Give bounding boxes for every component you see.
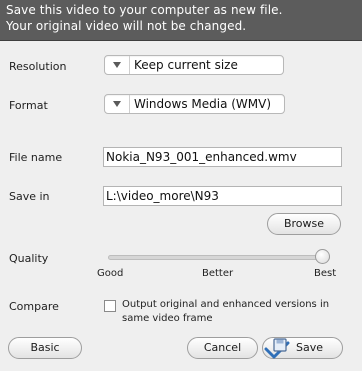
save-disk-icon (264, 338, 290, 359)
chevron-down-icon (105, 56, 130, 74)
header-text-line2: Your original video will not be changed. (6, 19, 247, 33)
file-name-label: File name (9, 151, 63, 164)
format-select[interactable]: Windows Media (WMV) (104, 94, 285, 114)
save-in-label: Save in (9, 190, 50, 203)
save-in-input[interactable]: L:\video_more\N93 (103, 186, 342, 206)
file-name-value: Nokia_N93_001_enhanced.wmv (106, 150, 297, 164)
quality-tick-good: Good (97, 268, 124, 279)
quality-slider-track[interactable] (108, 255, 330, 260)
format-label: Format (9, 99, 48, 112)
dialog-header: Save this video to your computer as new … (0, 0, 362, 41)
resolution-label: Resolution (9, 60, 67, 73)
cancel-button[interactable]: Cancel (187, 337, 258, 359)
format-value: Windows Media (WMV) (134, 97, 272, 111)
browse-button[interactable]: Browse (267, 213, 341, 235)
header-text-line1: Save this video to your computer as new … (6, 3, 283, 17)
quality-label: Quality (9, 252, 49, 265)
compare-label: Compare (9, 300, 59, 313)
basic-button[interactable]: Basic (8, 337, 82, 359)
resolution-select[interactable]: Keep current size (104, 55, 284, 75)
quality-slider-thumb[interactable] (315, 249, 330, 264)
compare-checkbox[interactable] (104, 300, 116, 312)
save-in-value: L:\video_more\N93 (106, 189, 219, 203)
compare-checkbox-label[interactable]: Output original and enhanced versions in… (122, 298, 332, 326)
quality-tick-best: Best (314, 268, 337, 279)
quality-tick-better: Better (202, 268, 234, 279)
file-name-input[interactable]: Nokia_N93_001_enhanced.wmv (103, 147, 342, 167)
chevron-down-icon (105, 95, 130, 113)
resolution-value: Keep current size (134, 58, 238, 72)
